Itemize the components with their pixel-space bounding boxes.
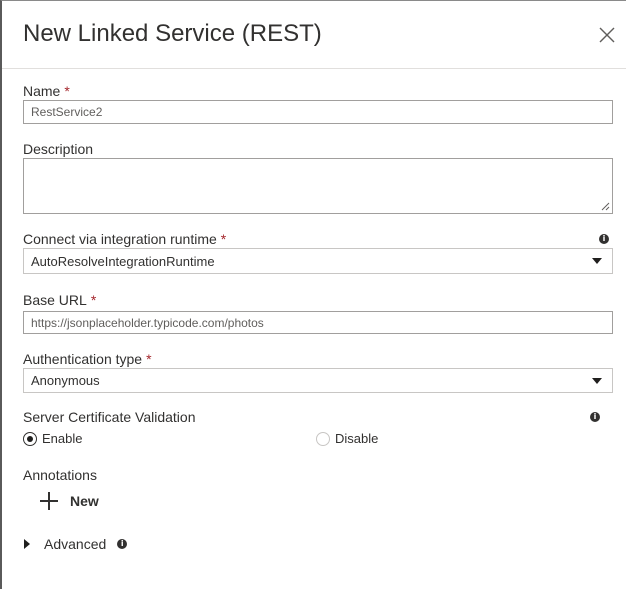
chevron-right-icon xyxy=(24,539,30,549)
info-icon[interactable]: i xyxy=(590,412,600,422)
runtime-selected: AutoResolveIntegrationRuntime xyxy=(31,253,215,269)
cert-validation-label: Server Certificate Validation xyxy=(23,409,196,425)
runtime-label: Connect via integration runtime * xyxy=(23,231,226,247)
close-icon[interactable] xyxy=(597,25,617,45)
info-icon[interactable]: i xyxy=(117,539,128,549)
enable-radio-label: Enable xyxy=(42,431,83,446)
auth-type-label: Authentication type * xyxy=(23,351,152,367)
description-label: Description xyxy=(23,141,94,157)
required-mark: * xyxy=(64,83,70,99)
auth-type-selected: Anonymous xyxy=(31,373,100,388)
advanced-toggle[interactable]: Advanced i xyxy=(24,536,128,552)
runtime-dropdown[interactable]: AutoResolveIntegrationRuntime xyxy=(23,248,613,274)
required-mark: * xyxy=(146,351,152,367)
radio-checked-icon xyxy=(23,431,37,446)
required-mark: * xyxy=(220,231,227,247)
enable-radio[interactable]: Enable xyxy=(23,431,82,446)
radio-unchecked-icon xyxy=(316,431,330,446)
panel-header: New Linked Service (REST) xyxy=(2,1,626,69)
name-input-value: RestService2 xyxy=(31,105,103,119)
auth-type-label-text: Authentication type xyxy=(23,351,143,367)
disable-radio-label: Disable xyxy=(335,431,379,446)
panel-title: New Linked Service (REST) xyxy=(23,20,322,47)
disable-radio[interactable]: Disable xyxy=(316,431,378,446)
info-icon[interactable]: i xyxy=(599,234,609,244)
base-url-label: Base URL * xyxy=(23,292,96,308)
linked-service-panel: New Linked Service (REST) Name * RestServ… xyxy=(0,0,626,589)
base-url-input[interactable]: https://jsonplaceholder.typicode.com/pho… xyxy=(23,311,613,334)
required-mark: * xyxy=(90,292,97,308)
base-url-value: https://jsonplaceholder.typicode.com/pho… xyxy=(31,315,264,330)
runtime-label-text: Connect via integration runtime xyxy=(23,231,217,247)
resize-handle-icon[interactable] xyxy=(601,202,610,211)
name-label-text: Name xyxy=(23,83,61,99)
auth-type-dropdown[interactable]: Anonymous xyxy=(23,368,613,393)
name-label: Name * xyxy=(23,83,70,99)
new-annotation-button[interactable]: New xyxy=(40,492,99,510)
new-annotation-label: New xyxy=(70,493,99,509)
plus-icon xyxy=(40,492,58,510)
advanced-label: Advanced xyxy=(44,536,107,552)
chevron-down-icon xyxy=(592,377,602,384)
base-url-label-text: Base URL xyxy=(23,292,87,308)
chevron-down-icon xyxy=(592,258,602,264)
name-input[interactable]: RestService2 xyxy=(23,100,613,124)
annotations-label: Annotations xyxy=(23,467,97,483)
description-textarea[interactable] xyxy=(23,158,613,214)
